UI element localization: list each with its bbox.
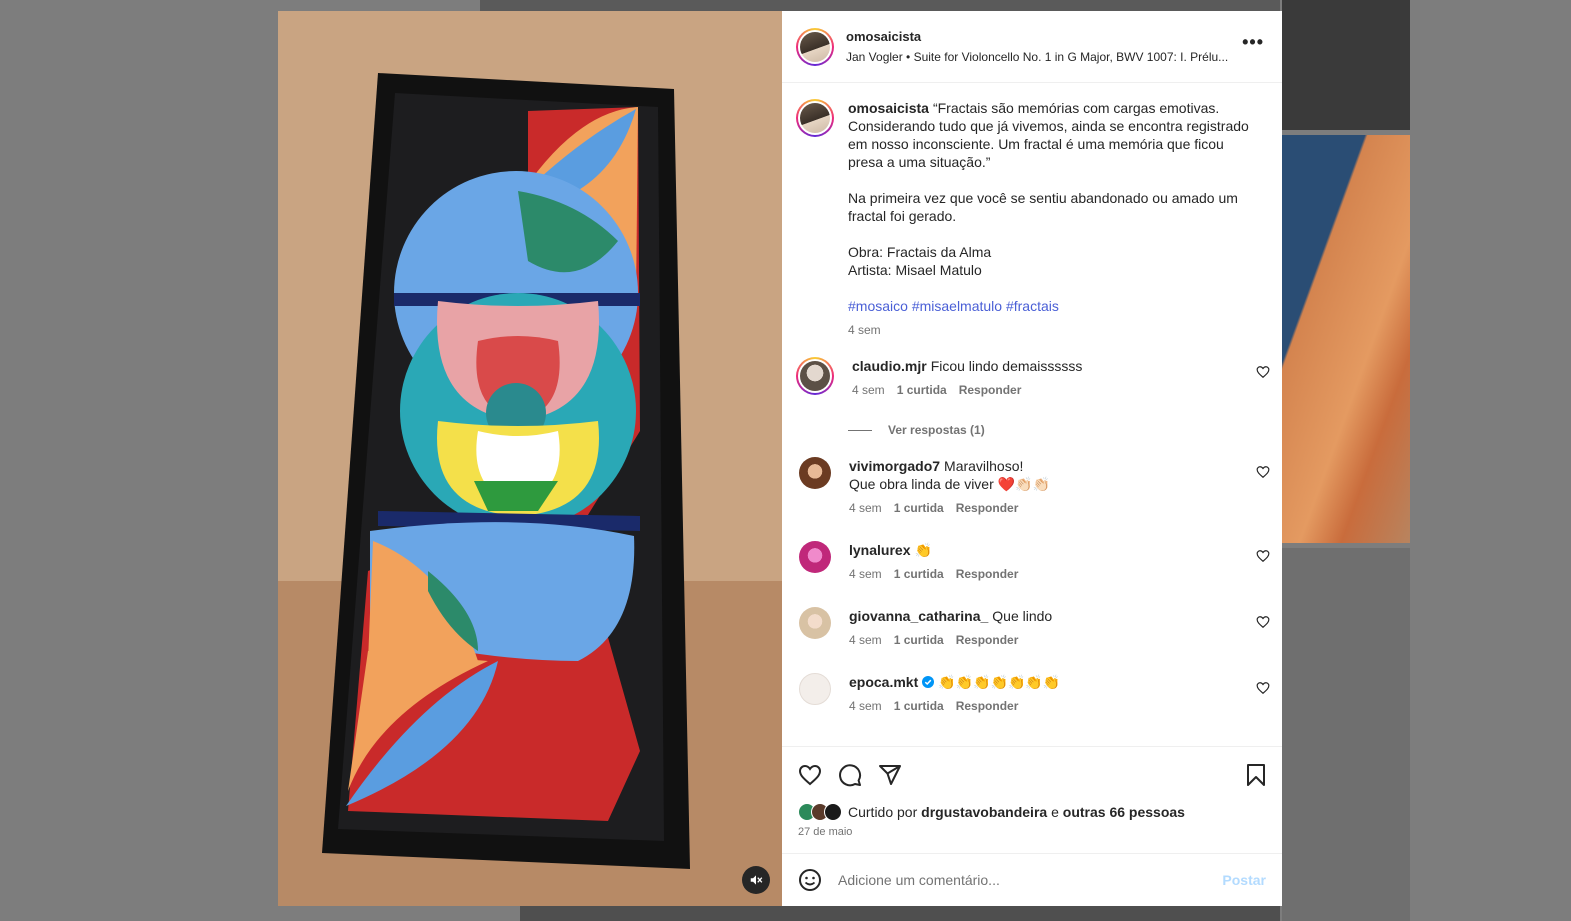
comment-text: Ficou lindo demaissssss — [930, 358, 1083, 374]
comment-text: Maravilhoso! — [944, 458, 1024, 474]
heart-icon[interactable] — [1256, 681, 1270, 695]
post-modal: omosaicista Jan Vogler • Suite for Violo… — [278, 11, 1282, 906]
comment-input[interactable] — [836, 871, 1200, 889]
reply-button[interactable]: Responder — [956, 699, 1019, 713]
post-caption: omosaicista “Fractais são memórias com ca… — [782, 83, 1282, 339]
comment-time[interactable]: 4 sem — [849, 633, 882, 647]
comment-likes[interactable]: 1 curtida — [894, 501, 944, 515]
verified-icon — [922, 676, 935, 688]
comment-avatar[interactable] — [799, 607, 831, 639]
comment-likes[interactable]: 1 curtida — [894, 699, 944, 713]
background-thumbnail[interactable] — [480, 0, 1280, 11]
audio-track[interactable]: Jan Vogler • Suite for Violoncello No. 1… — [846, 50, 1228, 64]
comment-item: epoca.mkt 👏👏👏👏👏👏👏 4 sem 1 curtida Responder — [782, 673, 1282, 715]
background-thumbnail[interactable] — [1282, 135, 1410, 543]
mosaic-artwork — [278, 11, 782, 906]
share-icon[interactable] — [878, 763, 902, 787]
post-date[interactable]: 27 de maio — [798, 826, 852, 838]
reply-button[interactable]: Responder — [956, 633, 1019, 647]
comment-username[interactable]: epoca.mkt — [849, 674, 918, 690]
comments-scroll-area[interactable]: omosaicista “Fractais são memórias com ca… — [782, 83, 1282, 746]
comment-item: claudio.mjr Ficou lindo demaissssss 4 sem… — [782, 357, 1282, 399]
author-avatar[interactable] — [796, 27, 834, 66]
comment-avatar[interactable] — [796, 357, 834, 395]
comment-avatar[interactable] — [799, 541, 831, 573]
likes-mid: e — [1051, 804, 1059, 820]
background-thumbnail[interactable] — [520, 906, 1280, 921]
mute-icon[interactable] — [742, 866, 770, 894]
background-thumbnail[interactable] — [1282, 548, 1410, 921]
likes-others[interactable]: outras 66 pessoas — [1063, 804, 1185, 820]
comment-username[interactable]: vivimorgado7 — [849, 458, 940, 474]
hashtag-link[interactable]: #misaelmatulo — [912, 298, 1002, 314]
heart-icon[interactable] — [1256, 365, 1270, 379]
emoji-icon[interactable] — [798, 868, 822, 892]
heart-icon[interactable] — [798, 763, 822, 787]
comment-item: vivimorgado7 Maravilhoso! Que obra linda … — [782, 457, 1282, 517]
comment-likes[interactable]: 1 curtida — [894, 567, 944, 581]
comment-text: 👏👏👏👏👏👏👏 — [938, 674, 1061, 690]
liker-avatars[interactable] — [798, 803, 842, 821]
caption-text-3b: Artista: Misael Matulo — [848, 262, 982, 278]
post-media-video[interactable] — [278, 11, 782, 906]
likes-prefix: Curtido por — [848, 804, 918, 820]
post-side-panel: omosaicista Jan Vogler • Suite for Violo… — [782, 11, 1282, 906]
post-header: omosaicista Jan Vogler • Suite for Violo… — [782, 11, 1282, 83]
likes-summary: Curtido por drgustavobandeira e outras 6… — [798, 803, 1185, 821]
comment-time[interactable]: 4 sem — [849, 699, 882, 713]
heart-icon[interactable] — [1256, 549, 1270, 563]
background-thumbnail[interactable] — [1282, 0, 1410, 130]
comment-item: lynalurex 👏 4 sem 1 curtida Responder — [782, 541, 1282, 583]
caption-time[interactable]: 4 sem — [848, 323, 881, 337]
comment-likes[interactable]: 1 curtida — [897, 383, 947, 397]
caption-username[interactable]: omosaicista — [848, 100, 929, 116]
comment-avatar[interactable] — [799, 457, 831, 489]
author-username[interactable]: omosaicista — [846, 29, 1228, 44]
comment-avatar[interactable] — [799, 673, 831, 705]
comment-text: 👏 — [914, 542, 932, 558]
caption-text-2: Na primeira vez que você se sentiu aband… — [848, 190, 1238, 224]
comment-time[interactable]: 4 sem — [852, 383, 885, 397]
reply-button[interactable]: Responder — [956, 567, 1019, 581]
comment-item: giovanna_catharina_ Que lindo 4 sem 1 curt… — [782, 607, 1282, 649]
heart-icon[interactable] — [1256, 615, 1270, 629]
post-comment-button[interactable]: Postar — [1222, 872, 1266, 888]
comment-time[interactable]: 4 sem — [849, 501, 882, 515]
liker-username[interactable]: drgustavobandeira — [921, 804, 1047, 820]
heart-icon[interactable] — [1256, 465, 1270, 479]
comment-icon[interactable] — [838, 763, 862, 787]
post-actions-bar: Curtido por drgustavobandeira e outras 6… — [782, 746, 1282, 853]
more-icon[interactable]: ••• — [1242, 33, 1264, 51]
reply-button[interactable]: Responder — [956, 501, 1019, 515]
caption-author-avatar[interactable] — [796, 99, 834, 137]
hashtag-link[interactable]: #mosaico — [848, 298, 908, 314]
add-comment-bar: Postar — [782, 853, 1282, 906]
comment-time[interactable]: 4 sem — [849, 567, 882, 581]
comment-username[interactable]: giovanna_catharina_ — [849, 608, 988, 624]
caption-text-3a: Obra: Fractais da Alma — [848, 244, 992, 260]
reply-button[interactable]: Responder — [959, 383, 1022, 397]
bookmark-icon[interactable] — [1244, 763, 1268, 787]
comment-username[interactable]: claudio.mjr — [852, 358, 927, 374]
comment-text: Que lindo — [992, 608, 1053, 624]
hashtag-link[interactable]: #fractais — [1006, 298, 1059, 314]
comment-likes[interactable]: 1 curtida — [894, 633, 944, 647]
view-replies-button[interactable]: Ver respostas (1) — [848, 423, 985, 437]
comment-text-line-2: Que obra linda de viver ❤️👏🏻👏🏻 — [849, 476, 1050, 492]
comment-username[interactable]: lynalurex — [849, 542, 910, 558]
